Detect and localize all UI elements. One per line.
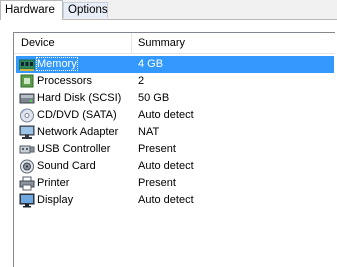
device-row-display[interactable]: Display Auto detect	[16, 192, 334, 209]
device-summary: Auto detect	[138, 109, 194, 121]
processor-icon	[20, 74, 34, 88]
device-summary: Present	[138, 177, 176, 189]
device-summary: Auto detect	[138, 194, 194, 206]
network-adapter-icon	[19, 125, 35, 139]
column-divider[interactable]	[131, 33, 132, 53]
printer-icon	[19, 176, 35, 191]
display-icon	[19, 193, 35, 208]
memory-icon	[19, 59, 35, 71]
column-header-summary[interactable]: Summary	[138, 37, 185, 49]
device-row-usb-controller[interactable]: USB Controller Present	[16, 141, 334, 158]
device-summary: Present	[138, 143, 176, 155]
vm-settings-panel: Hardware Options Device Summary Memory 4	[0, 0, 337, 267]
device-summary: Auto detect	[138, 160, 194, 172]
device-label: Printer	[37, 177, 70, 189]
device-label: Memory	[36, 57, 78, 71]
tab-options[interactable]: Options	[63, 2, 108, 18]
device-row-sound-card[interactable]: Sound Card Auto detect	[16, 158, 334, 175]
hardware-pane: Device Summary Memory 4 GB Processors 2 …	[0, 19, 337, 267]
device-label: Display	[37, 194, 74, 206]
tab-bar: Hardware Options	[0, 0, 337, 20]
hard-disk-icon	[19, 93, 35, 104]
device-label: USB Controller	[37, 143, 111, 155]
usb-icon	[19, 145, 35, 154]
list-header: Device Summary	[14, 33, 335, 54]
device-summary: NAT	[138, 126, 160, 138]
device-row-processors[interactable]: Processors 2	[16, 73, 334, 90]
device-label: Hard Disk (SCSI)	[37, 92, 122, 104]
device-label: CD/DVD (SATA)	[37, 109, 117, 121]
device-label: Processors	[37, 75, 93, 87]
device-row-printer[interactable]: Printer Present	[16, 175, 334, 192]
device-row-hard-disk[interactable]: Hard Disk (SCSI) 50 GB	[16, 90, 334, 107]
device-label: Sound Card	[37, 160, 96, 172]
cd-dvd-icon	[20, 108, 34, 123]
device-row-network-adapter[interactable]: Network Adapter NAT	[16, 124, 334, 141]
sound-card-icon	[20, 159, 34, 174]
device-list[interactable]: Device Summary Memory 4 GB Processors 2 …	[13, 32, 335, 267]
tab-hardware[interactable]: Hardware	[0, 0, 63, 20]
device-summary: 2	[138, 75, 145, 87]
device-summary: 50 GB	[138, 92, 170, 104]
device-summary: 4 GB	[138, 58, 164, 70]
column-header-device[interactable]: Device	[21, 37, 55, 49]
device-label: Network Adapter	[37, 126, 119, 138]
device-row-memory[interactable]: Memory 4 GB	[16, 56, 334, 73]
device-row-cd-dvd[interactable]: CD/DVD (SATA) Auto detect	[16, 107, 334, 124]
